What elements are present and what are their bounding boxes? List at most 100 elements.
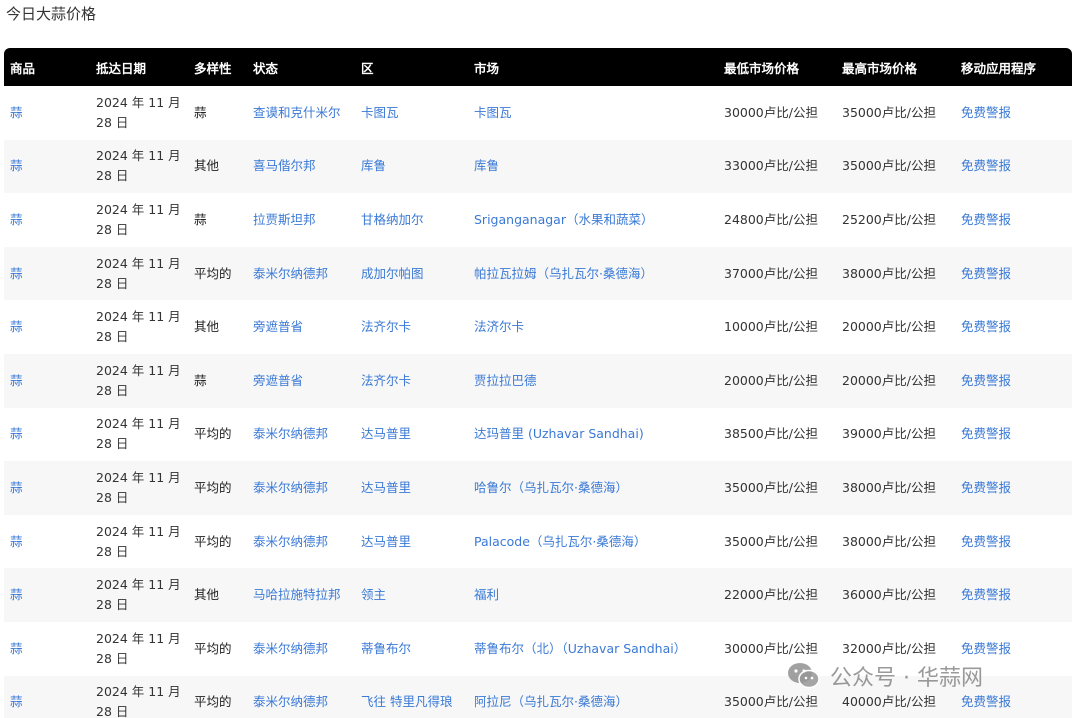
cell-arrival-date: 2024 年 11 月 28 日: [90, 140, 188, 194]
cell-market[interactable]: 达玛普里 (Uzhavar Sandhai): [468, 408, 718, 462]
cell-free-alert-link[interactable]: 免费警报: [955, 300, 1072, 354]
cell-free-alert-link[interactable]: 免费警报: [955, 140, 1072, 194]
cell-state[interactable]: 泰米尔纳德邦: [247, 461, 355, 515]
cell-commodity[interactable]: 蒜: [4, 354, 90, 408]
col-header-state[interactable]: 状态: [247, 48, 355, 86]
cell-variety: 蒜: [194, 211, 207, 227]
cell-market[interactable]: 贾拉拉巴德: [468, 354, 718, 408]
cell-market[interactable]: 福利: [468, 568, 718, 622]
price-table-container: 商品 抵达日期 多样性 状态 区 市场 最低市场价格 最高市场价格 移动应用程序…: [4, 48, 1072, 718]
cell-market[interactable]: 蒂鲁布尔（北）（Uzhavar Sandhai）: [468, 622, 718, 676]
cell-market[interactable]: Palacode（乌扎瓦尔·桑德海）: [468, 515, 718, 569]
cell-arrival-date: 2024 年 11 月 28 日: [90, 461, 188, 515]
cell-free-alert-link[interactable]: 免费警报: [955, 676, 1072, 718]
cell-min-price: 20000卢比/公担: [724, 372, 818, 388]
cell-max-price: 20000卢比/公担: [842, 319, 936, 335]
table-row: 蒜 2024 年 11 月 28 日其他 喜马偕尔邦 库鲁 库鲁 33000卢比/公担 350…: [4, 139, 1072, 194]
cell-commodity[interactable]: 蒜: [4, 300, 90, 354]
col-header-max-price[interactable]: 最高市场价格: [836, 48, 955, 86]
col-header-commodity[interactable]: 商品: [4, 48, 90, 86]
cell-district[interactable]: 蒂鲁布尔: [355, 622, 468, 676]
col-header-market[interactable]: 市场: [468, 48, 718, 86]
cell-district[interactable]: 领主: [355, 568, 468, 622]
cell-state[interactable]: 泰米尔纳德邦: [247, 408, 355, 462]
cell-variety: 其他: [194, 587, 220, 603]
cell-free-alert-link[interactable]: 免费警报: [955, 568, 1072, 622]
arrival-date-line-2: 28 日: [96, 382, 129, 398]
cell-commodity[interactable]: 蒜: [4, 193, 90, 247]
cell-commodity[interactable]: 蒜: [4, 461, 90, 515]
cell-district[interactable]: 达马普里: [355, 461, 468, 515]
cell-state[interactable]: 拉贾斯坦邦: [247, 193, 355, 247]
col-header-variety[interactable]: 多样性: [188, 48, 247, 86]
cell-free-alert-link[interactable]: 免费警报: [955, 86, 1072, 140]
cell-free-alert-link[interactable]: 免费警报: [955, 622, 1072, 676]
cell-district[interactable]: 法齐尔卡: [355, 300, 468, 354]
cell-district[interactable]: 达马普里: [355, 515, 468, 569]
table-row: 蒜 2024 年 11 月 28 日 平均的 泰米尔纳德邦 蒂鲁布尔 蒂鲁布尔（北）（Uzh…: [4, 621, 1072, 676]
table-row: 蒜 2024 年 11 月 28 日 平均的 泰米尔纳德邦 成加尔帕图 帕拉瓦拉姆（乌扎瓦尔…: [4, 246, 1072, 301]
cell-state[interactable]: 喜马偕尔邦: [247, 140, 355, 194]
arrival-date-line-2: 28 日: [96, 436, 129, 452]
cell-district[interactable]: 法齐尔卡: [355, 354, 468, 408]
cell-district[interactable]: 飞往 特里凡得琅: [355, 676, 468, 718]
cell-free-alert-link[interactable]: 免费警报: [955, 408, 1072, 462]
cell-district[interactable]: 卡图瓦: [355, 86, 468, 140]
cell-state[interactable]: 查谟和克什米尔: [247, 86, 355, 140]
arrival-date-line-2: 28 日: [96, 543, 129, 559]
cell-state[interactable]: 泰米尔纳德邦: [247, 515, 355, 569]
arrival-date-line-2: 28 日: [96, 329, 129, 345]
cell-arrival-date: 2024 年 11 月 28 日: [90, 86, 188, 140]
col-header-min-price[interactable]: 最低市场价格: [718, 48, 836, 86]
cell-max-price: 38000卢比/公担: [842, 265, 936, 281]
cell-commodity[interactable]: 蒜: [4, 568, 90, 622]
arrival-date-line-1: 2024 年 11 月: [96, 309, 181, 325]
cell-variety: 其他: [194, 319, 220, 335]
cell-max-price: 38000卢比/公担: [842, 479, 936, 495]
table-row: 蒜 2024 年 11 月 28 日 平均的 泰米尔纳德邦 飞往 特里凡得琅 阿拉尼（乌扎瓦…: [4, 675, 1072, 718]
arrival-date-line-1: 2024 年 11 月: [96, 630, 181, 646]
cell-state[interactable]: 马哈拉施特拉邦: [247, 568, 355, 622]
arrival-date-line-2: 28 日: [96, 221, 129, 237]
cell-min-price: 10000卢比/公担: [724, 319, 818, 335]
cell-district[interactable]: 甘格纳加尔: [355, 193, 468, 247]
cell-free-alert-link[interactable]: 免费警报: [955, 354, 1072, 408]
cell-min-price: 30000卢比/公担: [724, 104, 818, 120]
cell-max-price: 32000卢比/公担: [842, 640, 936, 656]
cell-commodity[interactable]: 蒜: [4, 622, 90, 676]
cell-free-alert-link[interactable]: 免费警报: [955, 515, 1072, 569]
cell-state[interactable]: 泰米尔纳德邦: [247, 247, 355, 301]
cell-market[interactable]: 帕拉瓦拉姆（乌扎瓦尔·桑德海）: [468, 247, 718, 301]
cell-market[interactable]: 卡图瓦: [468, 86, 718, 140]
cell-state[interactable]: 旁遮普省: [247, 354, 355, 408]
cell-commodity[interactable]: 蒜: [4, 247, 90, 301]
col-header-arrival-date[interactable]: 抵达日期: [90, 48, 188, 86]
cell-free-alert-link[interactable]: 免费警报: [955, 461, 1072, 515]
cell-free-alert-link[interactable]: 免费警报: [955, 193, 1072, 247]
cell-market[interactable]: 阿拉尼（乌扎瓦尔·桑德海）: [468, 676, 718, 718]
cell-market[interactable]: Sriganganagar（水果和蔬菜）: [468, 193, 718, 247]
cell-district[interactable]: 达马普里: [355, 408, 468, 462]
col-header-mobile-app[interactable]: 移动应用程序: [955, 48, 1072, 86]
col-header-district[interactable]: 区: [355, 48, 468, 86]
cell-district[interactable]: 成加尔帕图: [355, 247, 468, 301]
cell-commodity[interactable]: 蒜: [4, 676, 90, 718]
arrival-date-line-2: 28 日: [96, 489, 129, 505]
cell-commodity[interactable]: 蒜: [4, 140, 90, 194]
cell-state[interactable]: 旁遮普省: [247, 300, 355, 354]
cell-commodity[interactable]: 蒜: [4, 408, 90, 462]
cell-district[interactable]: 库鲁: [355, 140, 468, 194]
cell-min-price: 30000卢比/公担: [724, 640, 818, 656]
cell-commodity[interactable]: 蒜: [4, 515, 90, 569]
cell-arrival-date: 2024 年 11 月 28 日: [90, 247, 188, 301]
arrival-date-line-2: 28 日: [96, 650, 129, 666]
cell-state[interactable]: 泰米尔纳德邦: [247, 622, 355, 676]
cell-market[interactable]: 哈鲁尔（乌扎瓦尔·桑德海）: [468, 461, 718, 515]
cell-market[interactable]: 库鲁: [468, 140, 718, 194]
cell-commodity[interactable]: 蒜: [4, 86, 90, 140]
cell-free-alert-link[interactable]: 免费警报: [955, 247, 1072, 301]
cell-max-price: 38000卢比/公担: [842, 533, 936, 549]
arrival-date-line-2: 28 日: [96, 597, 129, 613]
cell-state[interactable]: 泰米尔纳德邦: [247, 676, 355, 718]
cell-market[interactable]: 法济尔卡: [468, 300, 718, 354]
